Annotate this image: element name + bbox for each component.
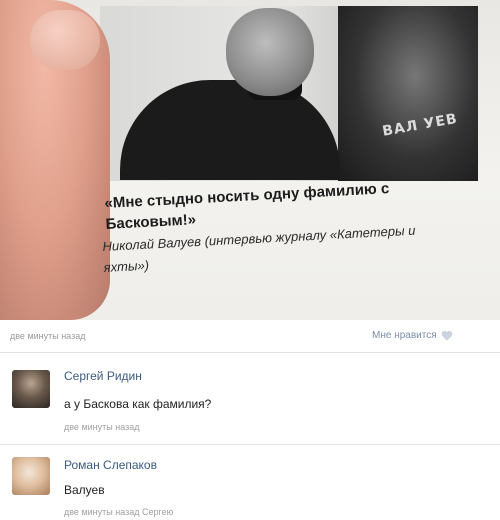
comment: Сергей Ридин а у Баскова как фамилия? дв… [0,353,500,445]
heart-icon [441,331,452,341]
man-head [226,8,314,96]
comment-author[interactable]: Роман Слепаков [64,458,157,472]
thumb-nail [30,10,100,70]
comment-author[interactable]: Сергей Ридин [64,369,142,383]
avatar[interactable] [12,457,50,495]
comment-time[interactable]: две минуты назад [64,422,139,432]
avatar[interactable] [12,370,50,408]
poster-image [338,6,478,181]
reply-to[interactable]: Сергею [142,507,173,517]
comment-text: Валуев [64,483,105,497]
like-label: Мне нравится [372,330,437,341]
post-time[interactable]: две минуты назад [10,331,85,341]
comment-text: а у Баскова как фамилия? [64,397,212,411]
post-photo[interactable]: ВАЛ УЕВ «Мне стыдно носить одну фамилию … [0,0,500,320]
like-button[interactable]: Мне нравится [372,330,453,341]
comment-meta: две минуты назад Сергею [64,507,173,517]
comment: Роман Слепаков Валуев две минуты назад С… [0,445,500,520]
comment-time[interactable]: две минуты назад [64,507,139,517]
